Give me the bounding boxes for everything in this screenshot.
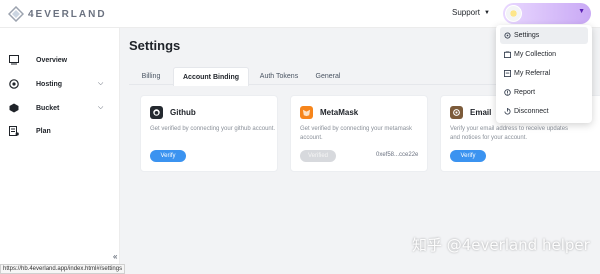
sidebar-item-label: Overview — [36, 56, 68, 64]
menu-item-label: Settings — [514, 32, 540, 39]
user-dropdown-menu: Settings My Collection My Referral Repor… — [496, 25, 592, 123]
logo-text: 4EVERLAND — [28, 8, 107, 20]
user-account-button[interactable]: ▼ — [503, 3, 591, 24]
support-label: Support — [452, 8, 481, 17]
sidebar-item-label: Bucket — [36, 104, 60, 112]
card-description: Verify your email address to receive upd… — [450, 126, 569, 141]
sidebar-item-bucket[interactable]: Bucket ⌵ — [0, 98, 120, 118]
card-title: Email — [470, 108, 492, 117]
tab-billing[interactable]: Billing — [133, 67, 169, 85]
menu-item-settings[interactable]: Settings — [500, 27, 588, 44]
tab-auth-tokens[interactable]: Auth Tokens — [253, 67, 305, 85]
card-title: MetaMask — [320, 108, 359, 117]
browser-status-url: https://hb.4everland.app/index.html#/set… — [0, 264, 126, 274]
chevron-down-icon[interactable]: ⌵ — [98, 104, 103, 112]
menu-item-label: My Collection — [514, 51, 557, 58]
logo[interactable]: 4EVERLAND — [8, 6, 107, 22]
menu-item-disconnect[interactable]: Disconnect — [500, 103, 588, 120]
email-verify-button[interactable]: Verify — [450, 150, 486, 162]
sidebar-item-label: Hosting — [36, 80, 63, 88]
plan-icon — [9, 126, 19, 136]
settings-icon — [504, 32, 511, 39]
sidebar-item-hosting[interactable]: Hosting ⌵ — [0, 74, 120, 94]
bucket-icon — [9, 103, 19, 113]
sidebar: Overview Hosting ⌵ Bucket ⌵ Plan « — [0, 28, 120, 274]
github-binding-card: Github Get verified by connecting your g… — [140, 95, 278, 172]
sidebar-item-overview[interactable]: Overview — [0, 50, 120, 70]
watermark: 知乎 @4everland helper — [412, 236, 590, 254]
card-description: Get verified by connecting your metamask… — [300, 126, 413, 141]
logo-icon — [8, 6, 24, 22]
support-menu-button[interactable]: Support ▼ — [452, 8, 490, 17]
wallet-address: 0xef58...cce22e — [376, 152, 419, 158]
overview-icon — [9, 55, 19, 65]
collapse-sidebar-icon[interactable]: « — [113, 252, 117, 261]
menu-item-report[interactable]: Report — [500, 84, 588, 101]
card-title: Github — [170, 108, 196, 117]
page-title: Settings — [129, 38, 181, 53]
chevron-down-icon[interactable]: ⌵ — [98, 80, 103, 88]
metamask-binding-card: MetaMask Get verified by connecting your… — [290, 95, 428, 172]
hosting-icon — [9, 79, 19, 89]
metamask-verified-button: Verified — [300, 150, 336, 162]
caret-down-icon: ▼ — [578, 8, 585, 15]
github-icon — [150, 106, 163, 119]
email-icon — [450, 106, 463, 119]
disconnect-icon — [504, 108, 511, 115]
caret-down-icon: ▼ — [484, 9, 490, 16]
collection-icon — [504, 51, 511, 58]
metamask-icon — [300, 106, 313, 119]
tab-account-binding[interactable]: Account Binding — [173, 67, 249, 86]
menu-item-label: My Referral — [514, 70, 551, 77]
report-icon — [504, 89, 511, 96]
sidebar-item-plan[interactable]: Plan — [0, 121, 120, 141]
referral-icon — [504, 70, 511, 77]
menu-item-label: Report — [514, 89, 536, 96]
menu-item-my-referral[interactable]: My Referral — [500, 65, 588, 82]
sidebar-item-label: Plan — [36, 127, 51, 135]
github-verify-button[interactable]: Verify — [150, 150, 186, 162]
menu-item-label: Disconnect — [514, 108, 549, 115]
card-description: Get verified by connecting your github a… — [150, 126, 276, 132]
top-bar: 4EVERLAND Support ▼ ▼ — [0, 0, 600, 28]
tab-general[interactable]: General — [309, 67, 347, 85]
avatar — [505, 5, 522, 22]
menu-item-my-collection[interactable]: My Collection — [500, 46, 588, 63]
